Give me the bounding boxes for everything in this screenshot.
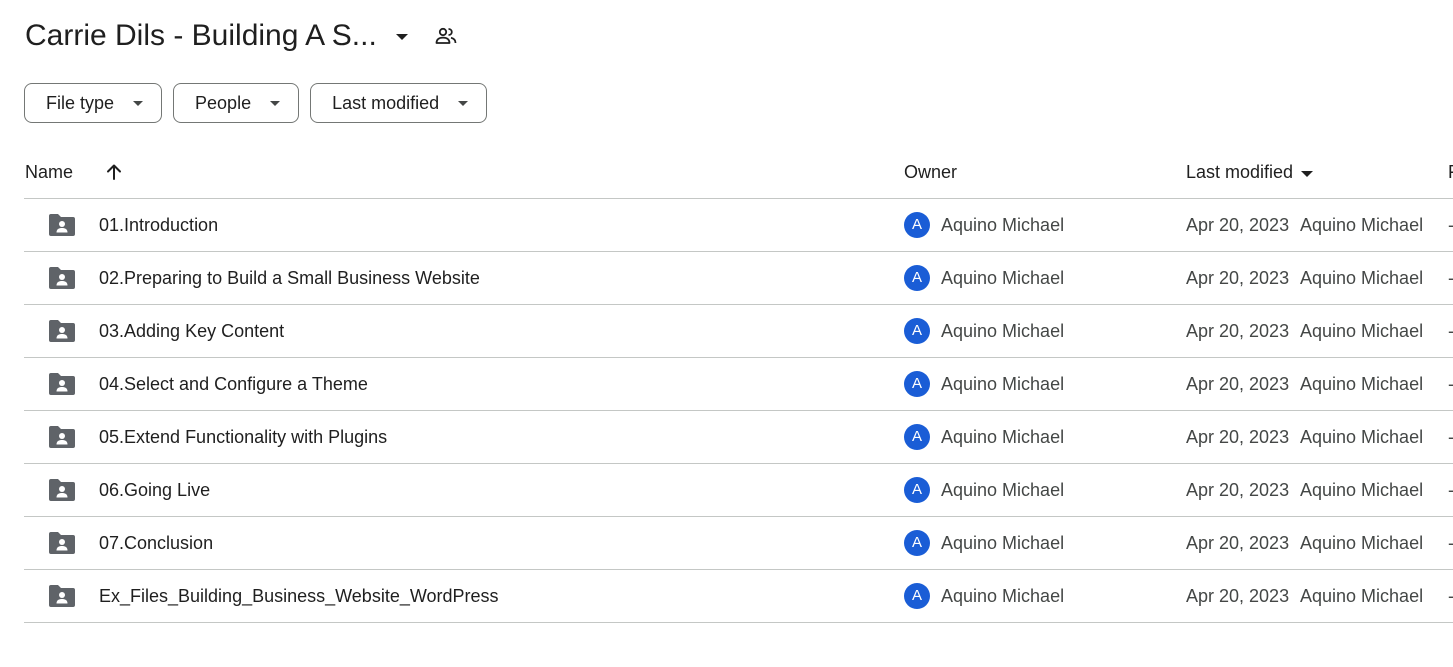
file-list: 01.Introduction A Aquino Michael Apr 20,… — [24, 199, 1453, 623]
table-row[interactable]: 01.Introduction A Aquino Michael Apr 20,… — [24, 199, 1453, 252]
owner-column-header[interactable]: Owner — [904, 146, 957, 198]
drive-folder-view: Carrie Dils - Building A S... File type … — [0, 0, 1453, 667]
owner-name: Aquino Michael — [941, 374, 1065, 394]
shared-folder-icon — [48, 425, 76, 454]
modified-date: Apr 20, 2023 — [1186, 321, 1290, 341]
shared-folder-icon — [48, 478, 76, 507]
chip-label: People — [195, 92, 252, 113]
folder-header: Carrie Dils - Building A S... — [25, 16, 458, 56]
file-size: - — [1448, 252, 1453, 304]
owner-name: Aquino Michael — [941, 321, 1065, 341]
owner-name: Aquino Michael — [941, 427, 1065, 447]
table-row[interactable]: 02.Preparing to Build a Small Business W… — [24, 252, 1453, 305]
file-size: - — [1448, 517, 1453, 569]
modified-by: Aquino Michael — [1300, 586, 1424, 606]
owner-name: Aquino Michael — [941, 586, 1065, 606]
owner-name: Aquino Michael — [941, 480, 1065, 500]
filter-chips: File type People Last modified — [24, 83, 488, 123]
modified-by: Aquino Michael — [1300, 321, 1424, 341]
file-name: 04.Select and Configure a Theme — [99, 374, 368, 394]
shared-folder-icon — [48, 372, 76, 401]
shared-folder-icon — [48, 531, 76, 560]
file-size: - — [1448, 464, 1453, 516]
file-name: 02.Preparing to Build a Small Business W… — [99, 268, 480, 288]
modified-date: Apr 20, 2023 — [1186, 480, 1290, 500]
chip-label: File type — [46, 92, 115, 113]
owner-name: Aquino Michael — [941, 215, 1065, 235]
file-name: 06.Going Live — [99, 480, 211, 500]
file-name: 05.Extend Functionality with Plugins — [99, 427, 388, 447]
table-row[interactable]: Ex_Files_Building_Business_Website_WordP… — [24, 570, 1453, 623]
avatar: A — [904, 583, 930, 609]
shared-folder-icon — [48, 584, 76, 613]
modified-date: Apr 20, 2023 — [1186, 268, 1290, 288]
last-modified-column-header[interactable]: Last modified — [1186, 146, 1314, 198]
file-name: 01.Introduction — [99, 215, 219, 235]
avatar: A — [904, 265, 930, 291]
file-size: - — [1448, 305, 1453, 357]
file-size: - — [1448, 199, 1453, 251]
modified-by: Aquino Michael — [1300, 268, 1424, 288]
modified-date: Apr 20, 2023 — [1186, 427, 1290, 447]
table-row[interactable]: 04.Select and Configure a Theme A Aquino… — [24, 358, 1453, 411]
modified-date: Apr 20, 2023 — [1186, 374, 1290, 394]
modified-date: Apr 20, 2023 — [1186, 215, 1290, 235]
table-header: Name Owner Last modified F — [24, 146, 1453, 199]
file-name: 03.Adding Key Content — [99, 321, 285, 341]
modified-date: Apr 20, 2023 — [1186, 533, 1290, 553]
shared-folder-icon — [48, 266, 76, 295]
avatar: A — [904, 212, 930, 238]
shared-folder-icon — [48, 319, 76, 348]
file-name: 07.Conclusion — [99, 533, 214, 553]
last-modified-filter[interactable]: Last modified — [310, 83, 488, 123]
chip-label: Last modified — [332, 92, 440, 113]
file-size: - — [1448, 358, 1453, 410]
modified-by: Aquino Michael — [1300, 480, 1424, 500]
arrow-up-icon[interactable] — [104, 162, 124, 187]
file-size: - — [1448, 411, 1453, 463]
modified-by: Aquino Michael — [1300, 533, 1424, 553]
name-column-header[interactable]: Name — [25, 146, 73, 198]
last-modified-column-label: Last modified — [1186, 162, 1294, 182]
file-size: - — [1448, 570, 1453, 622]
file-type-filter[interactable]: File type — [24, 83, 163, 123]
table-row[interactable]: 05.Extend Functionality with Plugins A A… — [24, 411, 1453, 464]
owner-name: Aquino Michael — [941, 533, 1065, 553]
table-row[interactable]: 07.Conclusion A Aquino Michael Apr 20, 2… — [24, 517, 1453, 570]
chevron-down-icon — [133, 100, 144, 106]
owner-name: Aquino Michael — [941, 268, 1065, 288]
avatar: A — [904, 318, 930, 344]
avatar: A — [904, 530, 930, 556]
people-filter[interactable]: People — [173, 83, 300, 123]
table-row[interactable]: 03.Adding Key Content A Aquino Michael A… — [24, 305, 1453, 358]
file-size-column-header[interactable]: F — [1448, 146, 1453, 198]
table-row[interactable]: 06.Going Live A Aquino Michael Apr 20, 2… — [24, 464, 1453, 517]
avatar: A — [904, 424, 930, 450]
avatar: A — [904, 371, 930, 397]
modified-by: Aquino Michael — [1300, 427, 1424, 447]
avatar: A — [904, 477, 930, 503]
modified-by: Aquino Michael — [1300, 215, 1424, 235]
people-icon[interactable] — [434, 24, 458, 48]
folder-title[interactable]: Carrie Dils - Building A S... — [25, 16, 377, 56]
modified-date: Apr 20, 2023 — [1186, 586, 1290, 606]
sort-down-icon — [1301, 170, 1314, 177]
title-dropdown-icon[interactable] — [395, 34, 408, 40]
shared-folder-icon — [48, 213, 76, 242]
chevron-down-icon — [458, 100, 469, 106]
modified-by: Aquino Michael — [1300, 374, 1424, 394]
chevron-down-icon — [270, 100, 281, 106]
file-name: Ex_Files_Building_Business_Website_WordP… — [99, 586, 499, 606]
